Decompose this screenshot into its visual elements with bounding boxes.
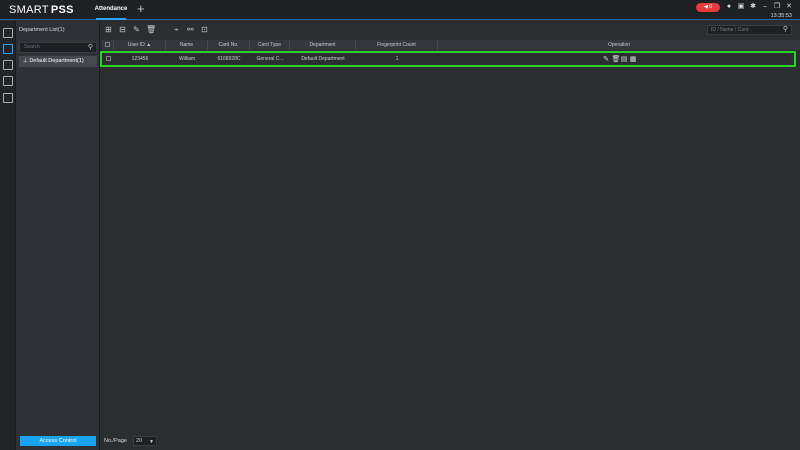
window-controls: ● ▣ ✱ – ❐ ✕ [725,2,793,11]
edit-icon[interactable]: ✎ [603,56,610,63]
header-department[interactable]: Department [290,40,356,50]
cell-user-id: 123456 [131,56,149,62]
filter-input[interactable]: ID / Name / Card ⚲ [707,25,792,35]
cell-card-no: 6168928C [217,56,241,62]
delete-icon[interactable]: 🗑 [612,56,621,63]
alarm-icon: ◀ [703,4,708,10]
sort-up-icon: ▲ [146,42,152,48]
restore-icon[interactable]: ❐ [773,2,781,11]
gear-icon[interactable]: ✱ [749,2,757,11]
access-control-button[interactable]: Access Control [20,436,96,446]
header-user-id[interactable]: User ID ▲ [114,40,166,50]
cell-department: Default Department [301,56,345,62]
department-list-title: Department List(1) [19,27,65,33]
search-icon[interactable]: ⚲ [783,26,788,34]
department-item-default[interactable]: ⊥ Default Department(1) [19,56,97,67]
calendar-icon[interactable] [3,60,13,70]
header-card-no[interactable]: Card No. [208,40,250,50]
close-icon[interactable]: ✕ [785,2,793,11]
row-checkbox[interactable] [106,56,111,61]
row-operations: ✎ 🗑 ▤ ▦ [597,53,642,65]
add-card-icon[interactable]: ⊟ [118,25,127,34]
lock-icon[interactable]: ▣ [737,2,745,11]
toolbar: ⊞ ⊟ ✎ 🗑 ⌁ ⚯ ⊡ [104,25,209,34]
left-icon-bar [0,21,16,450]
delete-icon[interactable]: 🗑 [146,25,156,34]
alarm-count: 0 [709,4,713,10]
filter-placeholder: ID / Name / Card [711,27,749,33]
cell-card-type: General C... [256,56,284,62]
header-name[interactable]: Name [166,40,208,50]
tab-attendance[interactable]: Attendance [90,0,132,20]
broom-icon[interactable]: ⚯ [186,25,195,34]
fingerprint-record-icon[interactable]: ▦ [630,56,637,63]
per-page-value: 20 [136,438,143,444]
clock: 13:35:53 [770,13,792,19]
cell-name: William [178,56,196,62]
department-search-input[interactable]: Search ⚲ [19,42,97,53]
main-area: ⊞ ⊟ ✎ 🗑 ⌁ ⚯ ⊡ ID / Name / Card ⚲ User ID… [100,21,800,450]
app-logo: SMART PSS [9,4,74,16]
header-fingerprint-count[interactable]: Fingerprint Count [356,40,438,50]
header-operation: Operation [608,42,630,48]
add-user-icon[interactable]: ⊞ [104,25,113,34]
cell-fingerprint-count: 1 [395,56,399,62]
fingerprint-icon[interactable]: ⌁ [172,25,181,34]
minimize-icon[interactable]: – [761,2,769,11]
select-all-checkbox[interactable] [105,42,110,47]
edit-icon[interactable]: ✎ [132,25,141,34]
report-icon[interactable] [3,93,13,103]
table-row[interactable]: 123456 William 6168928C General C... Def… [100,51,796,67]
header-card-type[interactable]: Card Type [250,40,290,50]
department-search-placeholder: Search [24,44,40,50]
user-icon[interactable]: ● [725,2,733,11]
add-tab-button[interactable]: + [137,2,145,16]
department-item-label: Default Department(1) [29,58,84,64]
attendance-icon[interactable] [3,28,13,38]
brand-pss: PSS [50,4,74,16]
per-page-label: No./Page [104,438,127,444]
department-panel: Department List(1) Search ⚲ ⊥ Default De… [16,21,100,450]
table-header: User ID ▲ Name Card No. Card Type Depart… [102,40,800,50]
search-icon[interactable]: ⚲ [88,44,93,52]
per-page-select[interactable]: 20 ▼ [133,436,157,446]
export-icon[interactable]: ⊡ [200,25,209,34]
person-icon[interactable] [3,44,13,54]
brand-smart: SMART [9,4,49,16]
user-settings-icon[interactable] [3,76,13,86]
chevron-down-icon: ▼ [149,439,154,445]
card-icon[interactable]: ▤ [621,56,628,63]
select-all-column [102,40,114,50]
top-bar: SMART PSS Attendance + ◀ 0 ● ▣ ✱ – ❐ ✕ 13… [0,0,800,20]
alarm-badge[interactable]: ◀ 0 [696,3,720,12]
